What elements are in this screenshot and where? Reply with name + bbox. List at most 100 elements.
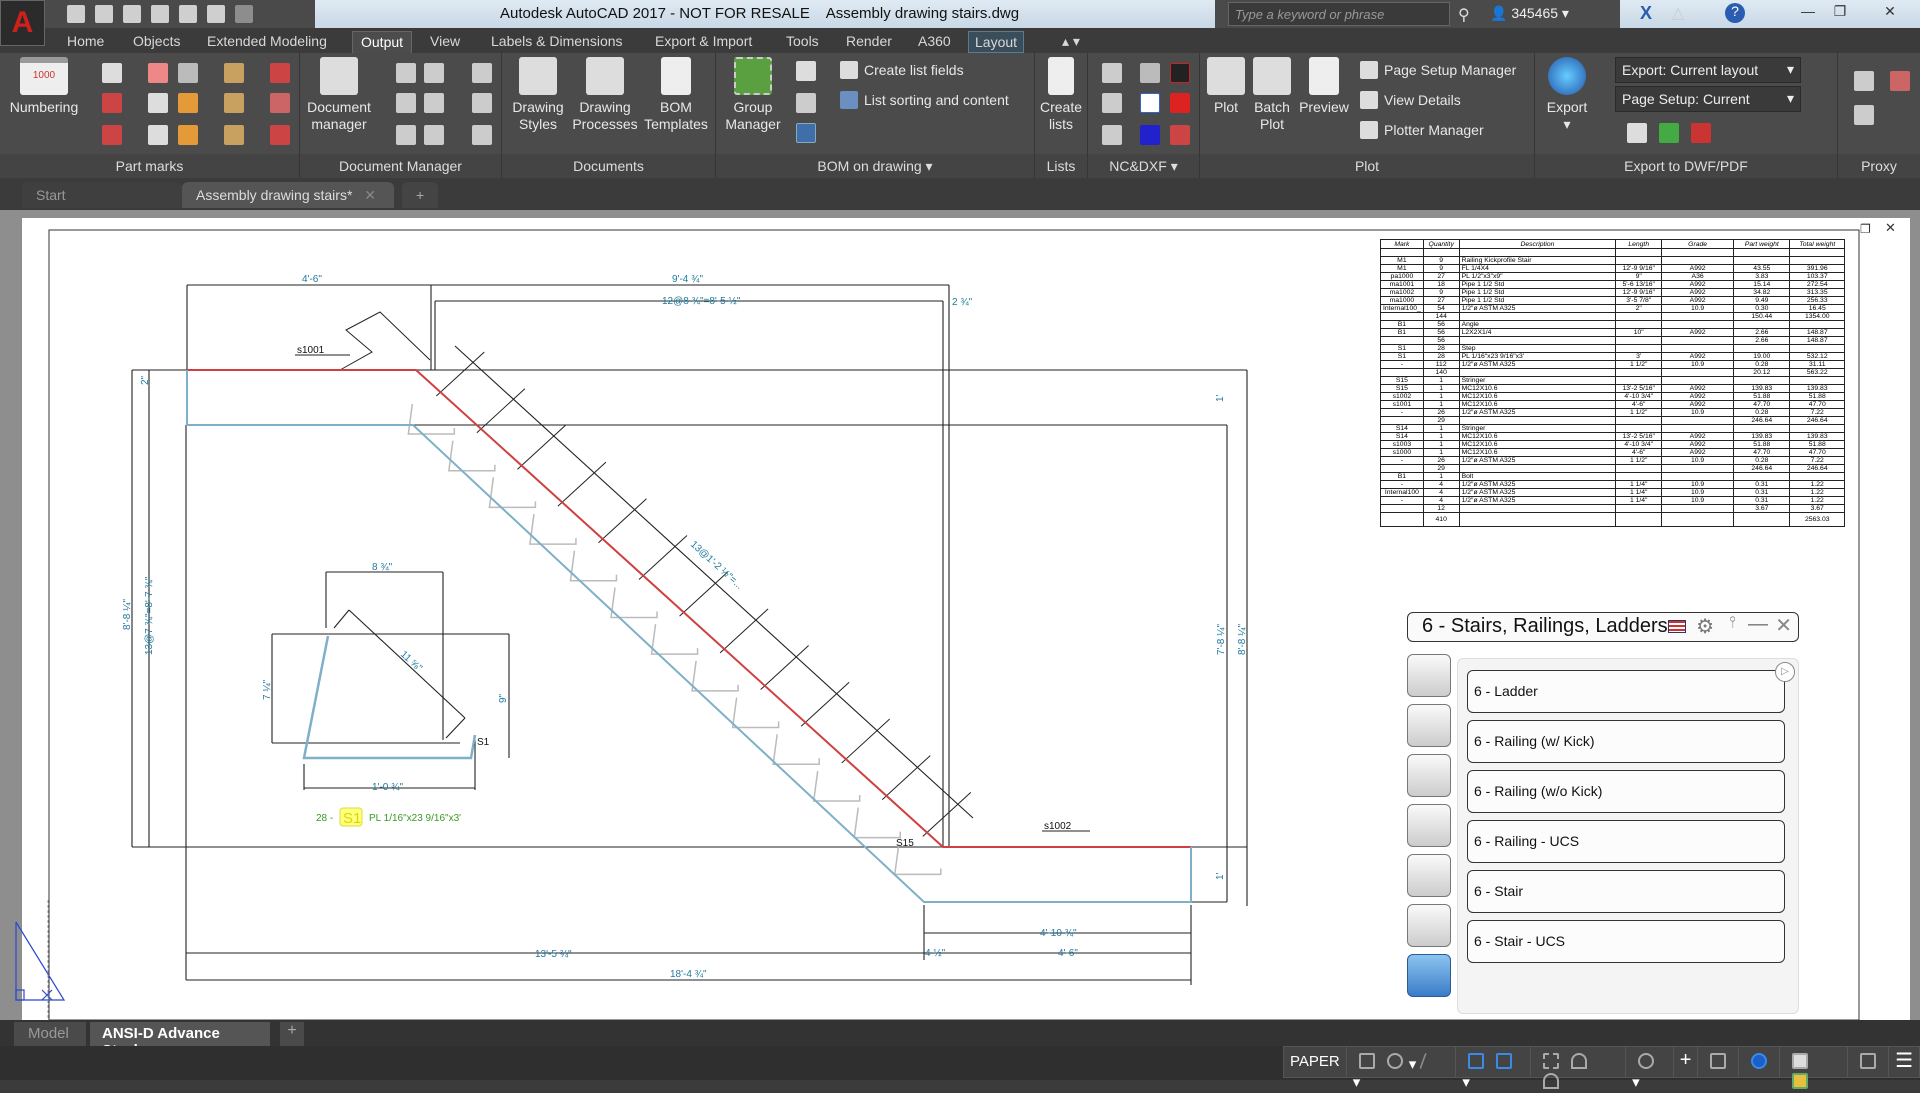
plotter-manager-button[interactable]: Plotter Manager xyxy=(1360,121,1484,139)
user-account[interactable]: 👤 345465 ▾ xyxy=(1490,5,1569,22)
annotation-monitor-icon[interactable] xyxy=(1792,1073,1809,1089)
flag-icon[interactable] xyxy=(270,93,290,113)
new-tab-button[interactable]: + xyxy=(402,182,439,208)
tab-a360[interactable]: A360 xyxy=(918,31,951,53)
tab-export-import[interactable]: Export & Import xyxy=(655,31,752,53)
export-preview-icon[interactable] xyxy=(1627,123,1647,143)
search-input[interactable]: Type a keyword or phrase xyxy=(1228,2,1450,26)
viewport-icon[interactable] xyxy=(1543,1053,1560,1069)
h-icon[interactable] xyxy=(1170,93,1190,113)
save-as-icon[interactable] xyxy=(151,5,169,23)
viewport-close-icon[interactable]: ✕ xyxy=(1885,220,1896,236)
paper-space-toggle[interactable]: PAPER xyxy=(1284,1047,1347,1077)
list-add-icon[interactable] xyxy=(796,93,816,113)
bom-templates-button[interactable]: BOM Templates xyxy=(640,57,712,133)
tab-assembly-drawing[interactable]: Assembly drawing stairs* ✕ xyxy=(182,182,394,208)
connection-category-icon[interactable] xyxy=(1407,904,1451,947)
nc-tools-icon[interactable] xyxy=(1140,63,1160,83)
dwf-icon[interactable] xyxy=(1659,123,1679,143)
isodraft-icon[interactable] xyxy=(1419,1053,1442,1069)
pin-icon[interactable]: ⫯ xyxy=(1729,614,1736,632)
annotation-visibility-icon[interactable] xyxy=(1571,1053,1588,1069)
mark-main-icon[interactable] xyxy=(148,63,168,83)
workspace-gear-icon[interactable] xyxy=(1638,1053,1655,1069)
doc-settings-icon[interactable] xyxy=(396,125,416,145)
doc-edit-icon[interactable] xyxy=(396,93,416,113)
palette-item-railing-no-kick[interactable]: 6 - Railing (w/o Kick) xyxy=(1467,770,1785,813)
mark-attached-icon[interactable] xyxy=(178,63,198,83)
undo-icon[interactable] xyxy=(207,5,225,23)
palette-item-stair-ucs[interactable]: 6 - Stair - UCS xyxy=(1467,920,1785,963)
delete-mark-icon[interactable] xyxy=(102,125,122,145)
panel-title[interactable]: Plot xyxy=(1200,154,1534,178)
tab-ansi-d-advance-steel[interactable]: ANSI-D Advance Steel xyxy=(90,1022,270,1059)
play-icon[interactable]: ▷ xyxy=(1775,662,1795,682)
open-icon[interactable] xyxy=(95,5,113,23)
doc-add-icon[interactable] xyxy=(396,63,416,83)
graphics-warning-icon[interactable] xyxy=(1792,1053,1809,1069)
tab-extended-modeling[interactable]: Extended Modeling xyxy=(207,31,327,53)
drawing-styles-button[interactable]: Drawing Styles xyxy=(506,57,570,133)
panel-title[interactable]: NC&DXF ▾ xyxy=(1088,154,1199,178)
tab-objects[interactable]: Objects xyxy=(133,31,180,53)
new-icon[interactable] xyxy=(67,5,85,23)
binoculars-icon[interactable]: ⚲ xyxy=(1458,5,1470,25)
exchange-x-icon[interactable]: X xyxy=(1640,3,1652,24)
autodesk-a360-icon[interactable]: △ xyxy=(1672,3,1684,23)
question-equal-icon[interactable] xyxy=(224,93,244,113)
create-list-fields-button[interactable]: Create list fields xyxy=(840,61,964,79)
cam-icon[interactable] xyxy=(1140,93,1160,113)
tab-start[interactable]: Start xyxy=(22,182,182,208)
railing-category-icon[interactable] xyxy=(1407,704,1451,747)
panel-title[interactable]: BOM on drawing ▾ xyxy=(716,154,1034,178)
polar-icon[interactable] xyxy=(1386,1053,1403,1069)
doc-delete-icon[interactable] xyxy=(424,93,444,113)
question-not-icon[interactable] xyxy=(224,125,244,145)
tab-home[interactable]: Home xyxy=(67,31,104,53)
page-setup-dropdown[interactable]: Page Setup: Current xyxy=(1615,86,1801,112)
object-snap-tracking-icon[interactable] xyxy=(1468,1053,1485,1069)
tab-view[interactable]: View xyxy=(430,31,460,53)
close-tab-icon[interactable]: ✕ xyxy=(364,187,376,203)
doc-refresh-icon[interactable] xyxy=(472,125,492,145)
plate-icon[interactable] xyxy=(178,93,198,113)
drawing-processes-button[interactable]: Drawing Processes xyxy=(572,57,638,133)
column-icon[interactable] xyxy=(270,63,290,83)
pencil-icon[interactable] xyxy=(796,61,816,81)
doc-remove-icon[interactable] xyxy=(424,63,444,83)
palette-item-railing-kick[interactable]: 6 - Railing (w/ Kick) xyxy=(1467,720,1785,763)
part-mark-icon[interactable] xyxy=(102,63,122,83)
renumber-icon[interactable] xyxy=(270,125,290,145)
stairs-category-icon[interactable] xyxy=(1407,954,1451,997)
numbering-button[interactable]: 1000 Numbering xyxy=(4,57,84,116)
list-sorting-button[interactable]: List sorting and content xyxy=(840,91,1009,109)
us-flag-icon[interactable] xyxy=(1668,620,1686,633)
isolate-objects-icon[interactable] xyxy=(1710,1053,1727,1069)
close-button[interactable]: ✕ xyxy=(1870,0,1910,24)
restore-button[interactable]: ❐ xyxy=(1820,0,1860,24)
palette-item-railing-ucs[interactable]: 6 - Railing - UCS xyxy=(1467,820,1785,863)
tab-tools[interactable]: Tools xyxy=(786,31,819,53)
doc-style-icon[interactable] xyxy=(472,93,492,113)
viewport-restore-icon[interactable]: ❐ xyxy=(1860,222,1871,236)
batch-plot-button[interactable]: Batch Plot xyxy=(1250,57,1294,133)
tab-output[interactable]: Output xyxy=(352,31,413,53)
fullscreen-icon[interactable] xyxy=(1860,1053,1877,1069)
question-icon[interactable] xyxy=(224,63,244,83)
redo-icon[interactable] xyxy=(235,5,253,23)
frame-category-icon[interactable] xyxy=(1407,754,1451,797)
tab-layout[interactable]: Layout xyxy=(968,31,1025,53)
ribbon-toggle-icon[interactable]: ▴ ▾ xyxy=(1062,31,1080,53)
tab-labels-dimensions[interactable]: Labels & Dimensions xyxy=(491,31,623,53)
page-setup-manager-button[interactable]: Page Setup Manager xyxy=(1360,61,1516,79)
help-icon[interactable]: ? xyxy=(1725,3,1745,23)
document-manager-button[interactable]: Document manager xyxy=(304,57,374,133)
new-layout-button[interactable]: + xyxy=(280,1022,304,1046)
add-icon[interactable]: + xyxy=(1674,1047,1699,1077)
ladder-category-icon[interactable] xyxy=(1407,654,1451,697)
palette-item-stair[interactable]: 6 - Stair xyxy=(1467,870,1785,913)
palette-item-ladder[interactable]: 6 - Ladder xyxy=(1467,670,1785,713)
dxf-icon[interactable] xyxy=(1102,93,1122,113)
equal-icon[interactable] xyxy=(148,125,168,145)
object-snap-icon[interactable] xyxy=(1496,1053,1513,1069)
